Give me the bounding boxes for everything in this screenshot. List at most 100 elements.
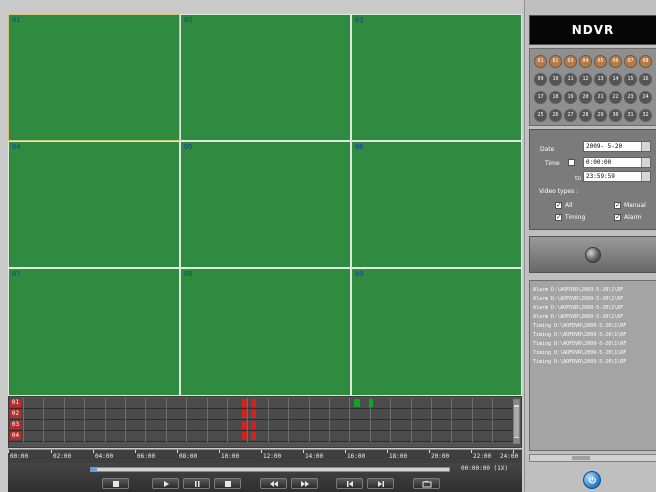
channel-button-22[interactable]: 22 bbox=[609, 91, 622, 104]
record-item[interactable]: Timing D:\AOFDVR\2009-5-20\1\RF bbox=[533, 359, 626, 365]
channel-button-25[interactable]: 25 bbox=[534, 109, 547, 122]
timeline-row-03[interactable]: 03 bbox=[9, 420, 515, 431]
timeline-grid-line bbox=[43, 431, 45, 442]
timeline-row-04[interactable]: 04 bbox=[9, 431, 515, 442]
record-list[interactable]: Alarm D:\AOFDVR\2009-5-20\1\RF Alarm D:\… bbox=[529, 280, 656, 451]
scroll-thumb[interactable] bbox=[514, 407, 519, 437]
next-button[interactable] bbox=[367, 478, 394, 489]
rewind-button[interactable] bbox=[260, 478, 287, 489]
record-timeline[interactable]: 01 02 03 04 bbox=[8, 396, 522, 448]
channel-button-16[interactable]: 16 bbox=[639, 73, 652, 86]
record-item[interactable]: Timing D:\AOFDVR\2009-5-20\1\RF bbox=[533, 350, 626, 356]
channel-button-12[interactable]: 12 bbox=[579, 73, 592, 86]
timeline-grid-line bbox=[451, 409, 453, 420]
video-cell-01[interactable]: 01 bbox=[8, 14, 180, 141]
chevron-down-icon[interactable] bbox=[641, 142, 650, 151]
timeline-grid-line bbox=[104, 409, 106, 420]
channel-button-24[interactable]: 24 bbox=[639, 91, 652, 104]
scroll-down-button[interactable] bbox=[514, 438, 519, 443]
record-item[interactable]: Alarm D:\AOFDVR\2009-5-20\1\RF bbox=[533, 314, 623, 320]
channel-button-23[interactable]: 23 bbox=[624, 91, 637, 104]
playback-progress[interactable] bbox=[90, 467, 450, 472]
channel-button-26[interactable]: 26 bbox=[549, 109, 562, 122]
record-item[interactable]: Alarm D:\AOFDVR\2009-5-20\1\RF bbox=[533, 287, 623, 293]
video-cell-05[interactable]: 05 bbox=[180, 141, 351, 268]
scroll-up-button[interactable] bbox=[514, 400, 519, 405]
channel-button-28[interactable]: 28 bbox=[579, 109, 592, 122]
snapshot-button[interactable] bbox=[413, 478, 440, 489]
channel-button-01[interactable]: 01 bbox=[534, 55, 547, 68]
timeline-scrollbar[interactable] bbox=[513, 399, 520, 444]
video-cell-08[interactable]: 08 bbox=[180, 268, 351, 396]
record-item[interactable]: Alarm D:\AOFDVR\2009-5-20\1\RF bbox=[533, 296, 623, 302]
timeline-grid-line bbox=[431, 409, 432, 420]
power-button[interactable] bbox=[583, 471, 601, 489]
timing-checkbox[interactable] bbox=[555, 213, 562, 221]
record-item[interactable]: Timing D:\AOFDVR\2009-5-20\1\RF bbox=[533, 332, 626, 338]
channel-button-19[interactable]: 19 bbox=[564, 91, 577, 104]
record-item[interactable]: Timing D:\AOFDVR\2009-5-20\1\RF bbox=[533, 341, 626, 347]
channel-button-20[interactable]: 20 bbox=[579, 91, 592, 104]
time-label-16: 16:00 bbox=[347, 453, 366, 460]
channel-button-05[interactable]: 05 bbox=[594, 55, 607, 68]
channel-button-29[interactable]: 29 bbox=[594, 109, 607, 122]
channel-button-06[interactable]: 06 bbox=[609, 55, 622, 68]
channel-button-18[interactable]: 18 bbox=[549, 91, 562, 104]
timeline-grid-line bbox=[288, 409, 290, 420]
video-cell-02[interactable]: 02 bbox=[180, 14, 351, 141]
timeline-grid-line bbox=[410, 420, 412, 431]
stop-button[interactable] bbox=[102, 478, 129, 489]
channel-button-30[interactable]: 30 bbox=[609, 109, 622, 122]
channel-button-31[interactable]: 31 bbox=[624, 109, 637, 122]
channel-button-13[interactable]: 13 bbox=[594, 73, 607, 86]
record-item[interactable]: Timing D:\AOFDVR\2009-5-20\1\RF bbox=[533, 323, 626, 329]
pause-button[interactable] bbox=[183, 478, 210, 489]
timeline-grid-line bbox=[329, 398, 330, 409]
scroll-thumb[interactable] bbox=[572, 456, 590, 460]
video-cell-09[interactable]: 09 bbox=[351, 268, 522, 396]
channel-button-32[interactable]: 32 bbox=[639, 109, 652, 122]
channel-button-02[interactable]: 02 bbox=[549, 55, 562, 68]
progress-thumb[interactable] bbox=[91, 467, 97, 472]
channel-button-03[interactable]: 03 bbox=[564, 55, 577, 68]
timeline-grid-line bbox=[165, 398, 167, 409]
time-to-field[interactable]: 23:59:59 bbox=[583, 171, 651, 182]
alarm-label: Alarm bbox=[624, 214, 642, 221]
channel-button-10[interactable]: 10 bbox=[549, 73, 562, 86]
forward-button[interactable] bbox=[291, 478, 318, 489]
video-cell-06[interactable]: 06 bbox=[351, 141, 522, 268]
search-button[interactable] bbox=[529, 236, 656, 273]
time-from-field[interactable]: 0:00:00 bbox=[583, 157, 651, 168]
channel-button-11[interactable]: 11 bbox=[564, 73, 577, 86]
channel-button-08[interactable]: 08 bbox=[639, 55, 652, 68]
alarm-checkbox[interactable] bbox=[614, 213, 621, 221]
channel-button-17[interactable]: 17 bbox=[534, 91, 547, 104]
video-cell-03[interactable]: 03 bbox=[351, 14, 522, 141]
channel-button-15[interactable]: 15 bbox=[624, 73, 637, 86]
video-cell-07[interactable]: 07 bbox=[8, 268, 180, 396]
manual-checkbox[interactable] bbox=[614, 201, 621, 209]
channel-button-27[interactable]: 27 bbox=[564, 109, 577, 122]
previous-button[interactable] bbox=[336, 478, 363, 489]
record-list-scrollbar[interactable] bbox=[529, 454, 656, 462]
time-label-08: 08:00 bbox=[179, 453, 198, 460]
stepper-icon[interactable] bbox=[641, 172, 650, 181]
step-button[interactable] bbox=[214, 478, 241, 489]
timeline-row-01[interactable]: 01 bbox=[9, 398, 515, 409]
timeline-grid-line bbox=[410, 431, 412, 442]
record-item[interactable]: Alarm D:\AOFDVR\2009-5-20\1\RF bbox=[533, 305, 623, 311]
play-button[interactable] bbox=[152, 478, 179, 489]
time-checkbox[interactable] bbox=[568, 159, 575, 166]
timeline-row-02[interactable]: 02 bbox=[9, 409, 515, 420]
channel-button-04[interactable]: 04 bbox=[579, 55, 592, 68]
stepper-icon[interactable] bbox=[641, 158, 650, 167]
channel-button-21[interactable]: 21 bbox=[594, 91, 607, 104]
channel-button-09[interactable]: 09 bbox=[534, 73, 547, 86]
channel-button-07[interactable]: 07 bbox=[624, 55, 637, 68]
cell-label: 08 bbox=[184, 270, 193, 278]
video-cell-04[interactable]: 04 bbox=[8, 141, 180, 268]
channel-button-14[interactable]: 14 bbox=[609, 73, 622, 86]
date-picker[interactable]: 2009- 5-20 bbox=[583, 141, 651, 152]
video-types-label: Video types : bbox=[539, 188, 579, 195]
all-checkbox[interactable] bbox=[555, 201, 562, 209]
